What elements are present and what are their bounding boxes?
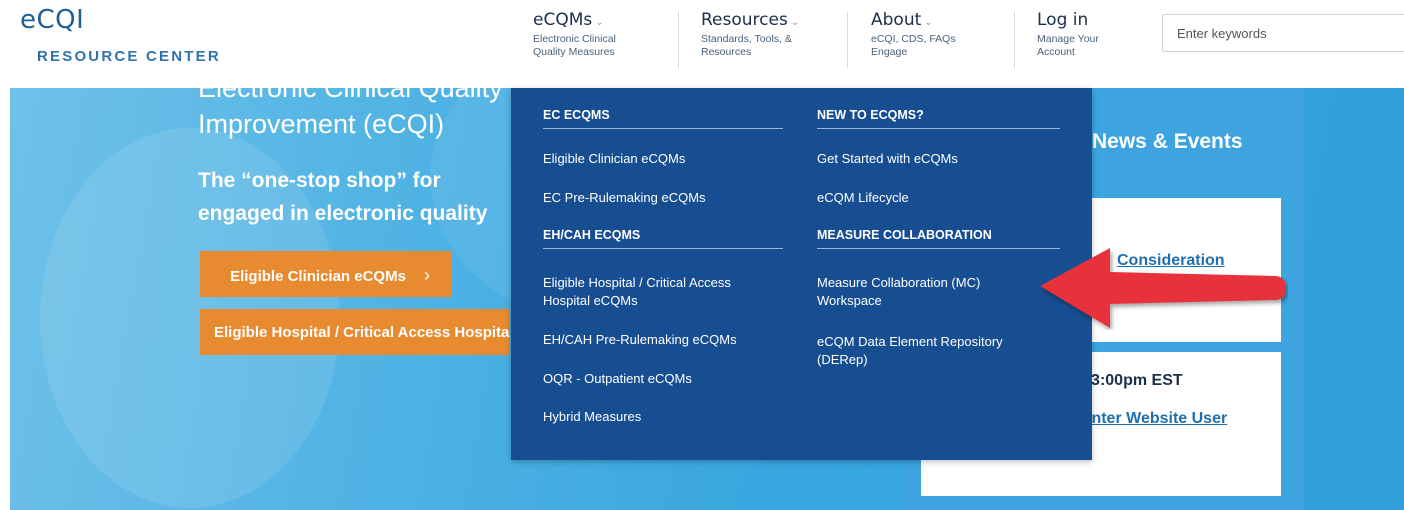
- menu-heading-new-to-ecqms: NEW TO ECQMS?: [817, 108, 1060, 129]
- nav-resources-label: Resources: [701, 10, 788, 30]
- news-events-title: News & Events: [1092, 130, 1243, 153]
- nav-resources[interactable]: Resources ⌄ Standards, Tools, & Resources: [701, 10, 821, 70]
- nav-login[interactable]: Log in Manage Your Account: [1037, 10, 1157, 70]
- nav-about-subtitle: eCQI, CDS, FAQs Engage: [871, 33, 956, 58]
- chevron-right-icon: ›: [423, 265, 430, 285]
- logo-resource-center[interactable]: RESOURCE CENTER: [37, 48, 221, 65]
- hero-subtitle: The “one-stop shop” for engaged in elect…: [198, 169, 488, 225]
- menu-item-get-started[interactable]: Get Started with eCQMs: [817, 150, 958, 168]
- nav-divider: [847, 12, 848, 68]
- nav-divider: [1014, 12, 1015, 68]
- eligible-hospital-button[interactable]: Eligible Hospital / Critical Access Hosp…: [200, 309, 510, 355]
- menu-heading-measure-collaboration: MEASURE COLLABORATION: [817, 228, 1060, 249]
- nav-ecqms-subtitle: Electronic Clinical Quality Measures: [533, 33, 616, 58]
- menu-item-data-element-repository[interactable]: eCQM Data Element Repository (DERep): [817, 333, 1003, 369]
- menu-item-eligible-clinician-ecqms[interactable]: Eligible Clinician eCQMs: [543, 150, 685, 168]
- nav-about[interactable]: About ⌄ eCQI, CDS, FAQs Engage: [871, 10, 991, 70]
- menu-item-ecqm-lifecycle[interactable]: eCQM Lifecycle: [817, 189, 909, 207]
- nav-login-subtitle: Manage Your Account: [1037, 33, 1099, 58]
- nav-resources-subtitle: Standards, Tools, & Resources: [701, 33, 792, 58]
- ecqms-dropdown-menu: EC ECQMS Eligible Clinician eCQMs EC Pre…: [511, 88, 1092, 460]
- menu-item-ec-pre-rulemaking[interactable]: EC Pre-Rulemaking eCQMs: [543, 189, 706, 207]
- nav-divider: [678, 12, 679, 68]
- eligible-hospital-button-label: Eligible Hospital / Critical Access Hosp…: [214, 324, 510, 341]
- eligible-clinician-button[interactable]: Eligible Clinician eCQMs ›: [200, 251, 452, 297]
- search-input[interactable]: [1175, 15, 1404, 51]
- menu-item-eligible-hospital-ecqms[interactable]: Eligible Hospital / Critical Access Hosp…: [543, 274, 731, 310]
- nav-login-label: Log in: [1037, 10, 1089, 30]
- chevron-down-icon: ⌄: [595, 17, 604, 28]
- search-box: [1162, 14, 1404, 52]
- menu-item-hybrid-measures[interactable]: Hybrid Measures: [543, 408, 641, 426]
- menu-item-mc-workspace[interactable]: Measure Collaboration (MC) Workspace: [817, 274, 980, 310]
- news-card-link[interactable]: Center Website User: [1071, 410, 1227, 428]
- hero-title: Electronic Clinical Quality Improvement …: [198, 73, 503, 139]
- menu-item-eh-cah-pre-rulemaking[interactable]: EH/CAH Pre-Rulemaking eCQMs: [543, 331, 737, 349]
- nav-ecqms[interactable]: eCQMs ⌄ Electronic Clinical Quality Measu…: [533, 10, 653, 70]
- chevron-down-icon: ⌄: [924, 17, 933, 28]
- menu-heading-eh-cah-ecqms: EH/CAH ECQMS: [543, 228, 783, 249]
- red-arrow-annotation-icon: [1040, 248, 1286, 328]
- menu-heading-ec-ecqms: EC ECQMS: [543, 108, 783, 129]
- menu-item-oqr-outpatient[interactable]: OQR - Outpatient eCQMs: [543, 370, 692, 388]
- nav-about-label: About: [871, 10, 922, 30]
- logo-ecqi[interactable]: eCQI: [20, 5, 84, 35]
- eligible-clinician-button-label: Eligible Clinician eCQMs: [230, 268, 406, 285]
- nav-ecqms-label: eCQMs: [533, 10, 593, 30]
- chevron-down-icon: ⌄: [790, 17, 800, 28]
